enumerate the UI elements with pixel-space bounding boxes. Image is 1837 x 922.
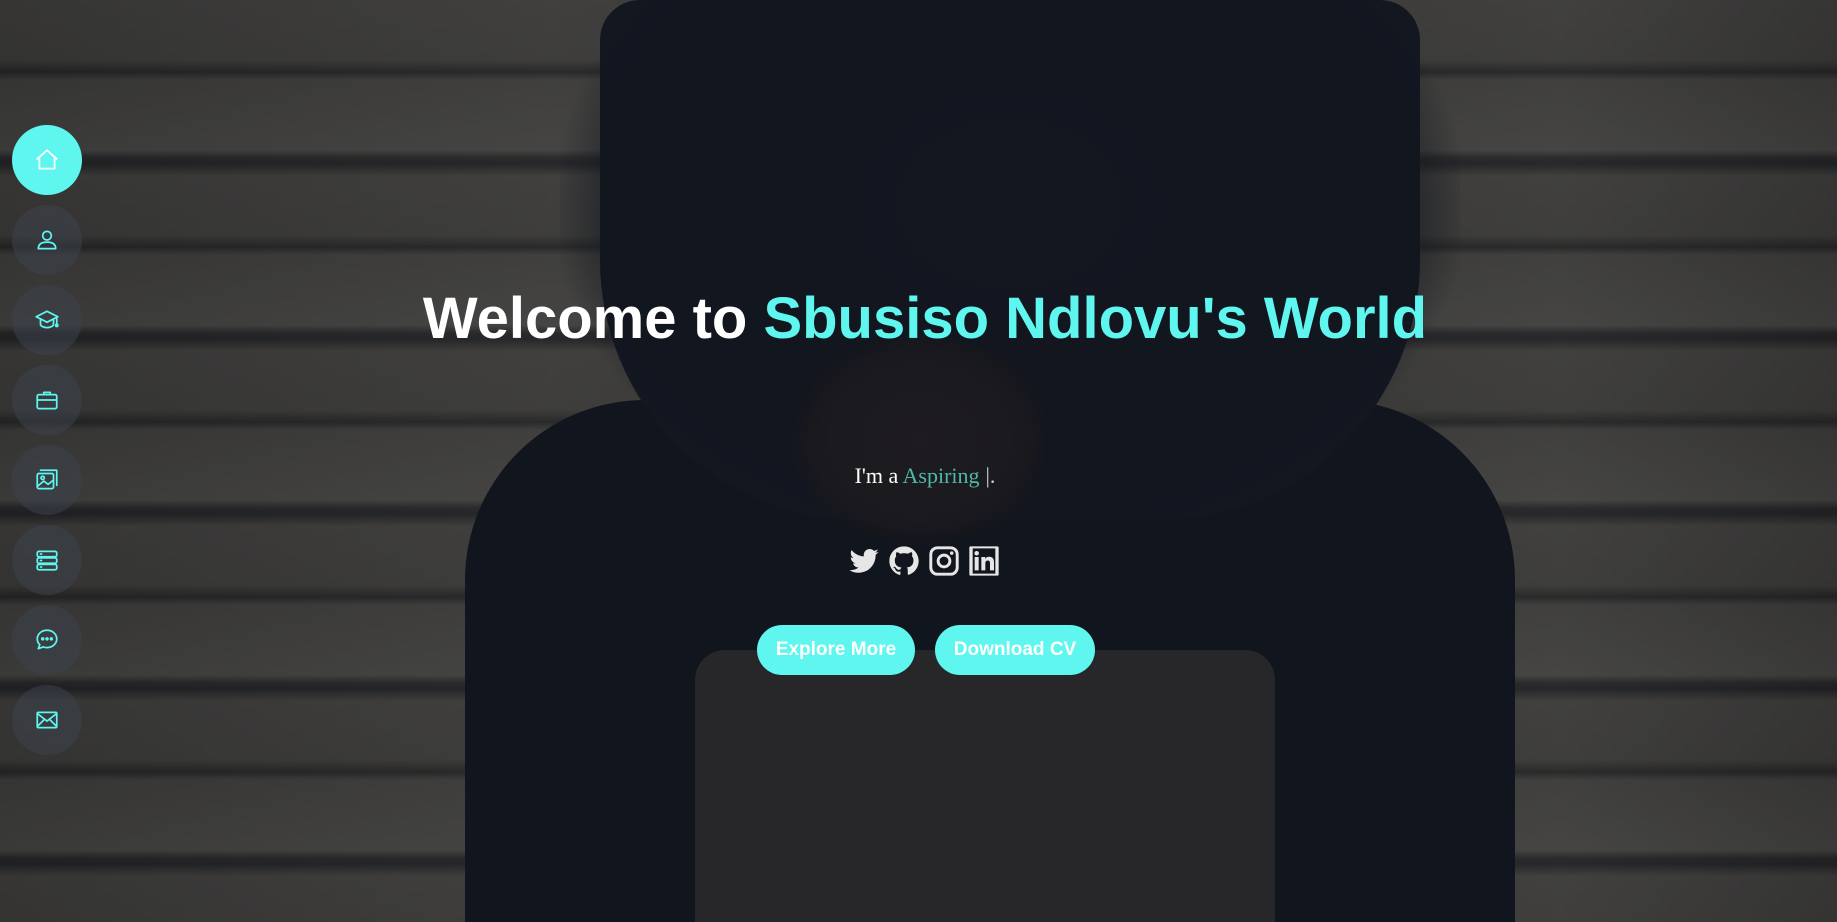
tagline-role: Aspiring [902,463,980,488]
nav-item-contact[interactable] [12,685,82,755]
download-cv-button[interactable]: Download CV [935,625,1095,675]
sidebar-nav [12,125,82,755]
hero-title-prefix: Welcome to [422,286,764,351]
instagram-link[interactable] [928,545,960,577]
hero-title: Welcome to Sbusiso Ndlovu's World [0,278,1837,360]
background-photo [0,0,1837,922]
github-icon [889,546,919,575]
user-icon [37,230,57,250]
twitter-link[interactable] [848,545,880,577]
briefcase-icon [36,391,58,410]
hero-title-name: Sbusiso Ndlovu's World [763,286,1428,351]
envelope-icon [36,711,58,729]
nav-item-testimonials[interactable] [12,605,82,675]
tagline-prefix: I'm a [854,463,903,488]
github-link[interactable] [888,545,920,577]
social-links [848,545,1000,577]
page: Welcome to Sbusiso Ndlovu's World I'm a … [0,0,1837,922]
nav-item-about[interactable] [12,205,82,275]
instagram-icon [929,546,959,576]
explore-more-button[interactable]: Explore More [757,625,915,675]
nav-item-services[interactable] [12,525,82,595]
chat-icon [36,629,58,650]
linkedin-link[interactable] [968,545,1000,577]
typing-cursor: |. [985,463,996,488]
hero-tagline: I'm a Aspiring |. [0,463,1837,489]
server-icon [36,550,58,571]
linkedin-icon [969,546,999,576]
twitter-icon [849,549,879,573]
home-icon [36,149,58,170]
nav-item-home[interactable] [12,125,82,195]
nav-item-experience[interactable] [12,365,82,435]
dark-overlay [0,0,1837,922]
hero-buttons: Explore More Download CV [757,625,1095,675]
